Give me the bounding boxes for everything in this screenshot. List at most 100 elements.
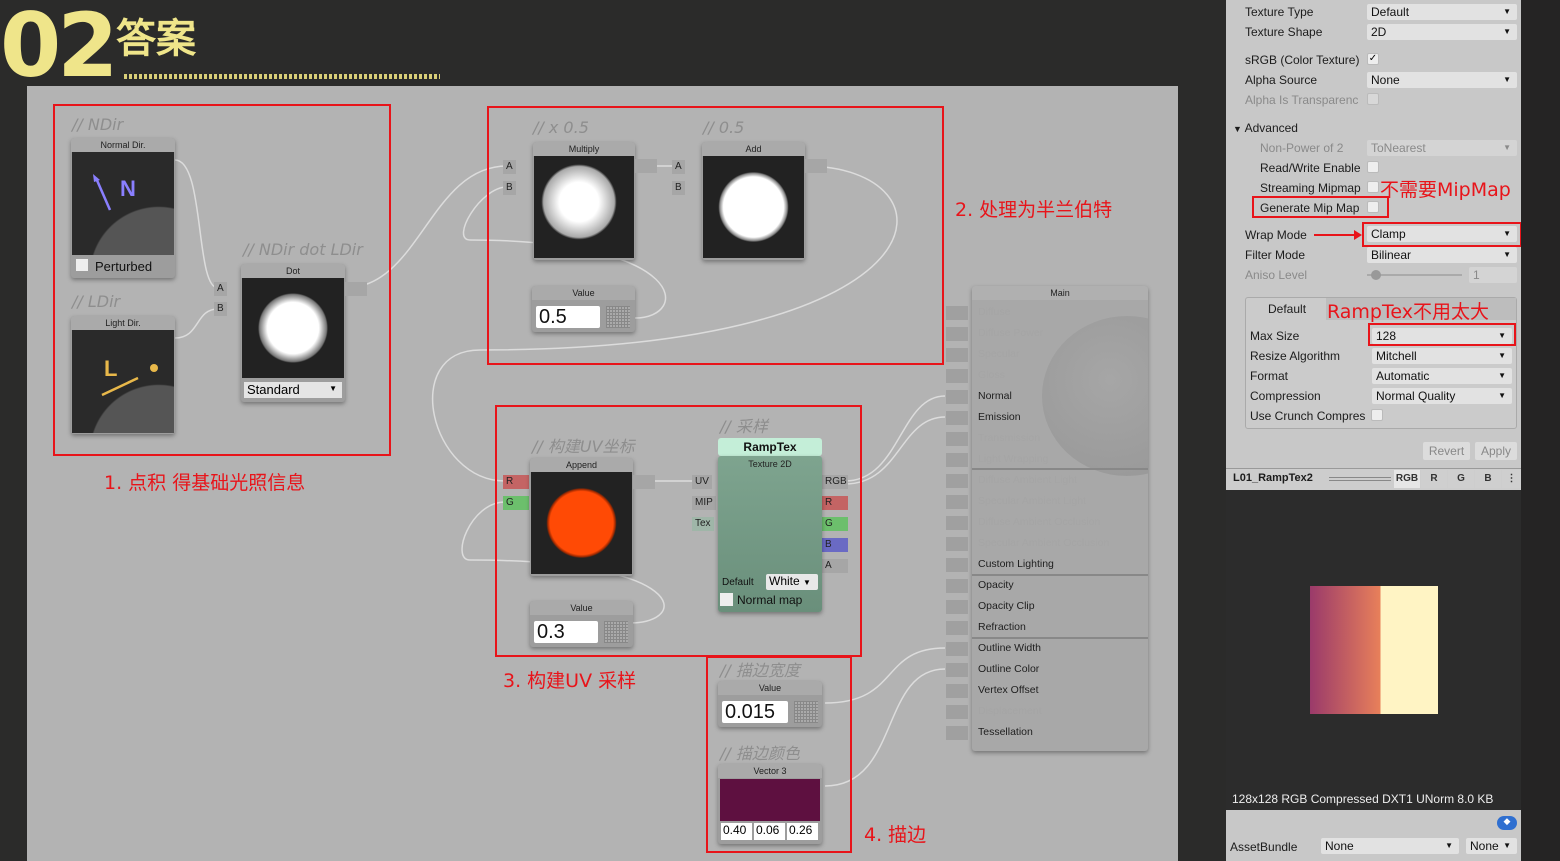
resize-label: Resize Algorithm: [1250, 349, 1341, 363]
highlight-wrap: [1362, 222, 1522, 247]
format-dropdown[interactable]: Automatic ▼: [1372, 368, 1512, 384]
main-input-row[interactable]: Specular Ambient Light: [978, 495, 1086, 507]
asset-bundle-dropdown[interactable]: None ▼: [1321, 838, 1459, 854]
main-input-port[interactable]: [946, 432, 968, 446]
dropdown-value: None: [1470, 839, 1499, 853]
aniso-value[interactable]: 1: [1469, 267, 1517, 283]
main-input-row[interactable]: Outline Color: [978, 663, 1039, 675]
main-input-row[interactable]: Outline Width: [978, 642, 1041, 654]
main-input-row[interactable]: Specular Ambient Occlusion: [978, 537, 1109, 549]
main-input-row[interactable]: Normal: [978, 390, 1012, 402]
alpha-transparency-label: Alpha Is Transparenc: [1245, 93, 1359, 107]
asset-variant-dropdown[interactable]: None ▼: [1466, 838, 1517, 854]
main-input-port[interactable]: [946, 516, 968, 530]
crunch-checkbox[interactable]: [1371, 409, 1383, 421]
annotation-1: 1. 点积 得基础光照信息: [104, 472, 306, 494]
main-input-row[interactable]: Diffuse Ambient Light: [978, 474, 1077, 486]
main-input-port[interactable]: [946, 642, 968, 656]
main-input-row[interactable]: Opacity Clip: [978, 600, 1035, 612]
max-size-label: Max Size: [1250, 329, 1300, 343]
compression-dropdown[interactable]: Normal Quality ▼: [1372, 388, 1512, 404]
main-input-port[interactable]: [946, 621, 968, 635]
main-node[interactable]: Main Diffuse Diffuse Power Specular Gloss No…: [972, 286, 1148, 751]
chevron-down-icon: ▼: [1503, 7, 1511, 16]
main-input-port[interactable]: [946, 453, 968, 467]
main-input-port[interactable]: [946, 537, 968, 551]
highlight-gen-mip: [1252, 196, 1389, 218]
main-input-row[interactable]: Light Wrapping: [978, 453, 1048, 465]
main-input-port[interactable]: [946, 369, 968, 383]
revert-button[interactable]: Revert: [1423, 442, 1470, 460]
background-edge: [1521, 0, 1560, 861]
tag-icon[interactable]: ◆: [1497, 816, 1517, 830]
highlight-box-4: [706, 656, 852, 853]
main-input-row[interactable]: Gloss: [978, 369, 1005, 381]
dropdown-value: Automatic: [1376, 369, 1430, 383]
main-input-row[interactable]: Transmission: [978, 432, 1040, 444]
main-input-row[interactable]: Vertex Offset: [978, 684, 1039, 696]
alpha-transparency-checkbox[interactable]: [1367, 93, 1379, 105]
main-input-row[interactable]: Specular: [978, 348, 1019, 360]
main-input-port[interactable]: [946, 474, 968, 488]
main-input-port[interactable]: [946, 600, 968, 614]
alpha-source-dropdown[interactable]: None ▼: [1367, 72, 1517, 88]
main-input-row[interactable]: Tessellation: [978, 726, 1033, 738]
npot-dropdown[interactable]: ToNearest ▼: [1367, 140, 1517, 156]
chevron-down-icon: ▼: [1503, 75, 1511, 84]
chevron-down-icon: ▼: [1445, 841, 1453, 850]
channel-r[interactable]: R: [1421, 470, 1447, 488]
aniso-slider[interactable]: [1367, 274, 1462, 276]
chevron-down-icon: ▼: [1503, 143, 1511, 152]
texture-type-dropdown[interactable]: Default ▼: [1367, 4, 1517, 20]
main-input-port[interactable]: [946, 684, 968, 698]
main-input-row[interactable]: Refraction: [978, 621, 1026, 633]
read-write-label: Read/Write Enable: [1260, 161, 1361, 175]
main-input-port[interactable]: [946, 726, 968, 740]
channel-rgb[interactable]: RGB: [1394, 470, 1420, 488]
channel-g[interactable]: G: [1448, 470, 1474, 488]
main-input-row[interactable]: Opacity: [978, 579, 1014, 591]
chevron-down-icon: ▼: [1498, 391, 1506, 400]
streaming-label: Streaming Mipmap: [1260, 181, 1361, 195]
main-input-port[interactable]: [946, 390, 968, 404]
chevron-down-icon: ▼: [1498, 351, 1506, 360]
format-label: Format: [1250, 369, 1289, 383]
platform-tab-default[interactable]: Default: [1268, 302, 1306, 316]
aniso-slider-handle[interactable]: [1371, 270, 1381, 280]
preview-title: L01_RampTex2: [1233, 472, 1313, 484]
annotation-2: 2. 处理为半兰伯特: [955, 199, 1113, 221]
filter-mode-label: Filter Mode: [1245, 248, 1306, 262]
srgb-checkbox[interactable]: ✓: [1367, 53, 1379, 65]
main-input-port[interactable]: [946, 663, 968, 677]
resize-handle[interactable]: [1329, 477, 1391, 481]
highlight-max-size: [1368, 323, 1516, 346]
resize-dropdown[interactable]: Mitchell ▼: [1372, 348, 1512, 364]
main-input-row[interactable]: Diffuse Ambient Occlusion: [978, 516, 1100, 528]
main-input-port[interactable]: [946, 705, 968, 719]
apply-button[interactable]: Apply: [1475, 442, 1517, 460]
main-input-port[interactable]: [946, 579, 968, 593]
compression-label: Compression: [1250, 389, 1321, 403]
main-input-port[interactable]: [946, 558, 968, 572]
main-input-port[interactable]: [946, 348, 968, 362]
channel-b[interactable]: B: [1475, 470, 1501, 488]
read-write-checkbox[interactable]: [1367, 161, 1379, 173]
highlight-box-2: [487, 106, 944, 365]
advanced-foldout[interactable]: ▼ Advanced: [1233, 121, 1298, 135]
chevron-down-icon: ▼: [1503, 841, 1511, 850]
main-input-row[interactable]: Displacement: [978, 705, 1042, 717]
main-input-row[interactable]: Diffuse Power: [978, 327, 1043, 339]
filter-mode-dropdown[interactable]: Bilinear ▼: [1367, 247, 1517, 263]
more-icon[interactable]: ⋮: [1502, 470, 1521, 488]
streaming-checkbox[interactable]: [1367, 181, 1379, 193]
main-input-port[interactable]: [946, 327, 968, 341]
main-input-port[interactable]: [946, 306, 968, 320]
alpha-source-label: Alpha Source: [1245, 73, 1318, 87]
texture-shape-dropdown[interactable]: 2D ▼: [1367, 24, 1517, 40]
advanced-label: Advanced: [1244, 121, 1298, 135]
main-input-row[interactable]: Emission: [978, 411, 1021, 423]
main-input-port[interactable]: [946, 411, 968, 425]
main-input-port[interactable]: [946, 495, 968, 509]
main-input-row[interactable]: Custom Lighting: [978, 558, 1054, 570]
main-input-row[interactable]: Diffuse: [978, 306, 1011, 318]
